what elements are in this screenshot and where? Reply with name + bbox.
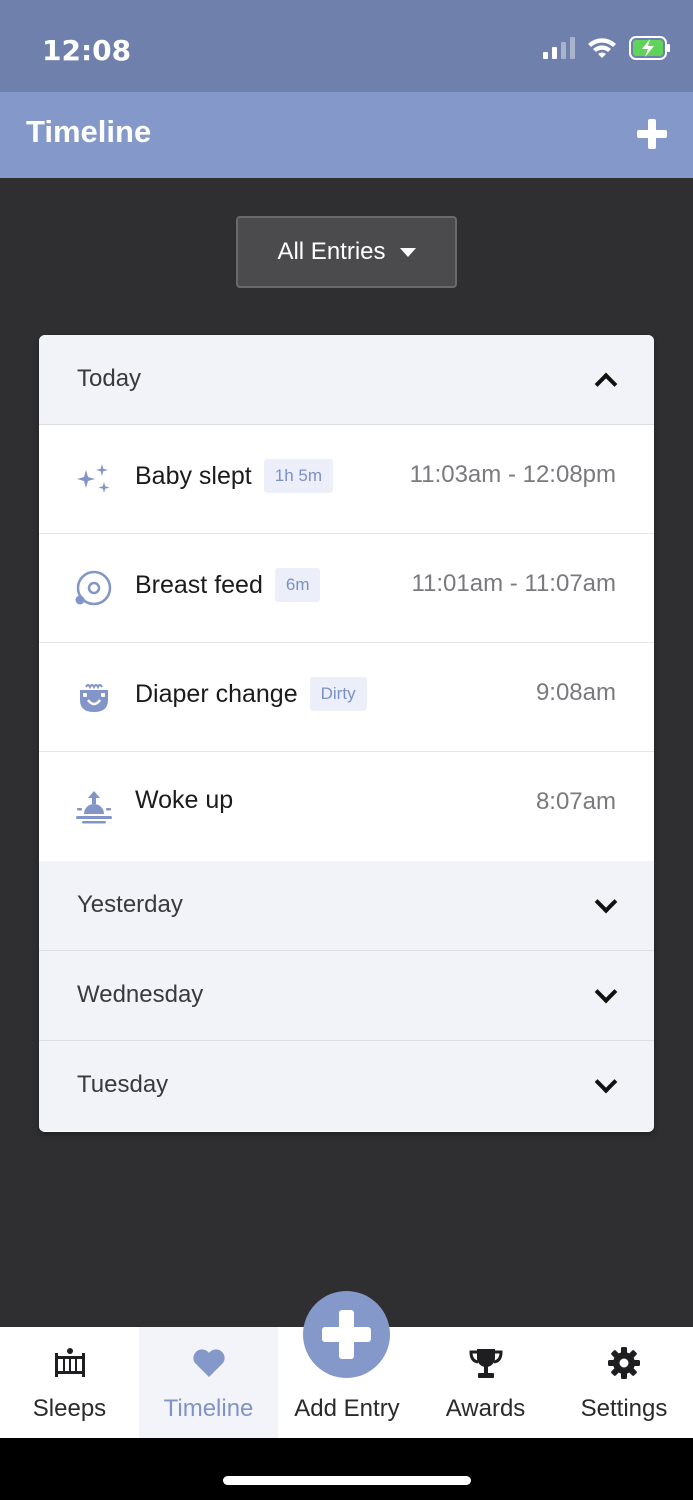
filter-label: All Entries: [277, 238, 386, 265]
section-label: Today: [77, 365, 142, 392]
entry-name: Woke up: [135, 786, 234, 814]
entry-time: 11:01am - 11:07am: [411, 570, 616, 597]
tab-settings[interactable]: Settings: [555, 1327, 693, 1438]
entry-name: Breast feed: [135, 570, 263, 599]
gear-icon: [608, 1347, 640, 1379]
diaper-type-badge: Dirty: [309, 677, 367, 711]
page-title: Timeline: [26, 114, 152, 149]
sunrise-icon: [76, 791, 112, 824]
tab-label: Awards: [445, 1395, 526, 1422]
status-icons: [543, 36, 671, 60]
section-header-today[interactable]: Today: [39, 335, 654, 425]
section-header-wednesday[interactable]: Wednesday: [39, 951, 654, 1041]
chevron-down-icon: [594, 980, 618, 1004]
tab-label: Settings: [580, 1395, 668, 1422]
add-entry-plus-icon[interactable]: [637, 119, 667, 149]
entries-filter-dropdown[interactable]: All Entries: [236, 216, 457, 288]
tab-label: Add Entry: [294, 1395, 400, 1422]
entry-name: Diaper change: [135, 679, 298, 708]
section-label: Yesterday: [77, 891, 183, 918]
timeline-entry[interactable]: Woke up 8:07am: [39, 752, 654, 861]
chevron-down-icon: [594, 890, 618, 914]
section-header-yesterday[interactable]: Yesterday: [39, 861, 654, 951]
signal-icon: [543, 37, 575, 59]
tab-sleeps[interactable]: Sleeps: [0, 1327, 139, 1438]
status-bar: 12:08: [0, 0, 693, 92]
breast-feed-icon: [75, 570, 112, 606]
tab-timeline[interactable]: Timeline: [139, 1327, 278, 1438]
status-time: 12:08: [42, 34, 132, 67]
chevron-up-icon: [594, 372, 618, 396]
timeline-entry[interactable]: Diaper change Dirty 9:08am: [39, 643, 654, 752]
home-indicator-area: [0, 1438, 693, 1500]
wifi-icon: [588, 38, 616, 58]
entry-time: 8:07am: [535, 788, 616, 815]
battery-charging-icon: [629, 36, 670, 60]
entry-time: 11:03am - 12:08pm: [409, 461, 616, 488]
entry-time: 9:08am: [535, 679, 616, 706]
sparkles-icon: [77, 464, 110, 493]
chevron-down-icon: [594, 1070, 618, 1094]
caret-down-icon: [399, 247, 416, 257]
section-header-tuesday[interactable]: Tuesday: [39, 1041, 654, 1131]
tab-awards[interactable]: Awards: [416, 1327, 555, 1438]
duration-badge: 1h 5m: [263, 459, 333, 493]
section-label: Wednesday: [77, 981, 204, 1008]
diaper-icon: [80, 684, 108, 712]
timeline-entry[interactable]: Baby slept 1h 5m 11:03am - 12:08pm: [39, 425, 654, 534]
crib-icon: [54, 1348, 85, 1377]
timeline-card: Today Baby slept 1h 5m 11:03am - 12:08pm…: [39, 335, 654, 1132]
tab-label: Timeline: [163, 1395, 254, 1422]
app-header: Timeline: [0, 92, 693, 178]
heart-icon: [192, 1349, 225, 1377]
trophy-icon: [468, 1349, 503, 1378]
home-indicator[interactable]: [223, 1476, 471, 1485]
section-label: Tuesday: [77, 1071, 169, 1098]
duration-badge: 6m: [274, 568, 321, 602]
entry-name: Baby slept: [135, 461, 252, 490]
timeline-entry[interactable]: Breast feed 6m 11:01am - 11:07am: [39, 534, 654, 643]
add-entry-plus-icon[interactable]: [303, 1291, 390, 1378]
tab-label: Sleeps: [32, 1395, 107, 1422]
